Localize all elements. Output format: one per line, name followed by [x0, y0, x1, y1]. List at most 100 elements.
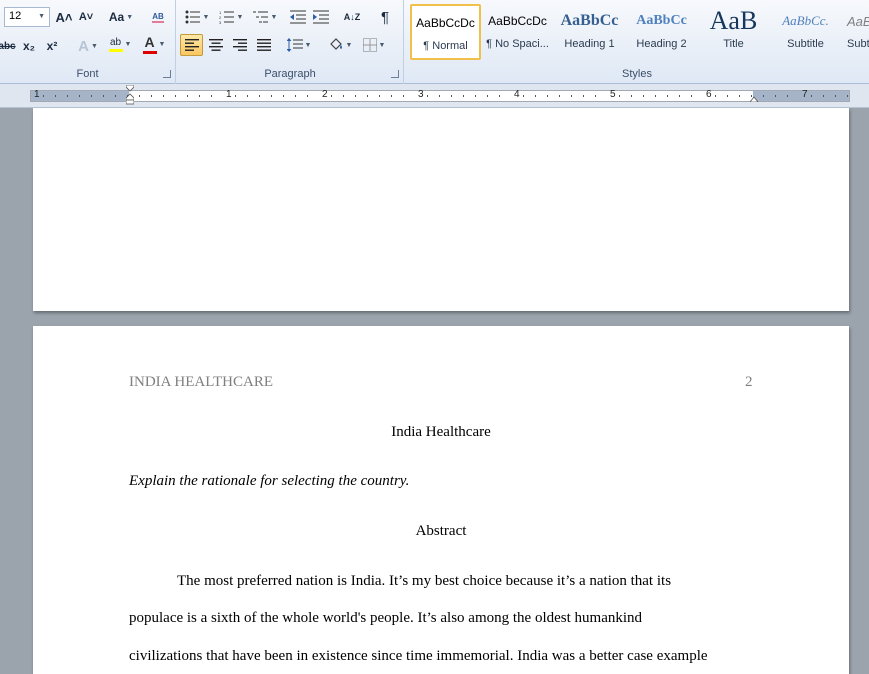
- document-page-1[interactable]: [33, 108, 849, 311]
- show-formatting-marks-button[interactable]: ¶: [374, 6, 396, 28]
- ruler-tick: [787, 95, 788, 97]
- ruler-tick: [103, 95, 104, 97]
- ruler-number: 2: [322, 89, 328, 100]
- font-group-label: Font: [76, 68, 99, 80]
- sort-button[interactable]: A↓Z: [341, 6, 363, 28]
- horizontal-ruler[interactable]: 1 1 2 3 4 5 6 7: [30, 85, 850, 105]
- subscript-button[interactable]: x₂: [19, 35, 39, 57]
- borders-button[interactable]: ▼: [359, 34, 389, 56]
- ruler-tick: [463, 95, 464, 97]
- numbering-button[interactable]: 123 ▼: [215, 6, 247, 28]
- style-subtitle[interactable]: AaBbCc. Subtitle: [770, 4, 841, 60]
- change-case-button[interactable]: Aa ▼: [106, 6, 136, 28]
- ruler-tick: [571, 95, 572, 97]
- abstract-heading: Abstract: [415, 523, 467, 539]
- style-title[interactable]: AaB Title: [698, 4, 769, 60]
- style-no-spacing[interactable]: AaBbCcDc ¶ No Spaci...: [482, 4, 553, 60]
- ruler-number: 5: [610, 89, 616, 100]
- text-effects-button[interactable]: A ▼: [74, 35, 102, 57]
- font-size-field[interactable]: 12 ▼: [4, 7, 50, 27]
- superscript-button[interactable]: x²: [42, 35, 62, 57]
- prompt-text: Explain the rationale for selecting the …: [129, 473, 410, 489]
- grow-font-icon: A˄: [55, 9, 73, 25]
- align-left-button[interactable]: [180, 34, 203, 56]
- ruler-tick: [79, 95, 80, 97]
- ruler-tick: [751, 95, 752, 97]
- style-subtle-emphasis[interactable]: AaB Subt: [842, 4, 869, 60]
- style-heading-2[interactable]: AaBbCc Heading 2: [626, 4, 697, 60]
- sort-icon: A↓Z: [343, 12, 361, 22]
- paragraph-dialog-launcher-icon[interactable]: [391, 70, 399, 78]
- multilevel-list-icon: [252, 11, 268, 23]
- style-preview: AaBbCcDc: [416, 16, 475, 30]
- highlight-label: ab: [109, 36, 122, 48]
- shading-button[interactable]: ▼: [325, 34, 355, 56]
- style-name: Subt: [847, 38, 869, 50]
- decrease-indent-button[interactable]: [287, 6, 309, 28]
- horizontal-ruler-bar: 1 1 2 3 4 5 6 7: [0, 84, 869, 108]
- chevron-down-icon: ▼: [202, 13, 210, 21]
- justify-icon: [256, 39, 271, 51]
- ribbon: 12 ▼ A˄ A˅ Aa ▼ AB abc x₂ x² A ▼ ab ▼ A …: [0, 0, 869, 84]
- shrink-font-button[interactable]: A˅: [76, 6, 96, 28]
- align-right-button[interactable]: [228, 34, 251, 56]
- ruler-number: 1: [34, 89, 40, 100]
- styles-group-label: Styles: [622, 68, 652, 80]
- running-header: INDIA HEALTHCARE: [129, 374, 274, 390]
- style-name: Subtitle: [787, 38, 824, 50]
- ruler-tick: [211, 95, 212, 97]
- style-preview: AaBbCc: [560, 12, 619, 29]
- ruler-tick: [259, 95, 260, 97]
- align-center-icon: [208, 39, 223, 51]
- ruler-number: 6: [706, 89, 712, 100]
- document-page-2[interactable]: INDIA HEALTHCARE 2 India Healthcare Expl…: [33, 326, 849, 674]
- highlight-color-bar: [108, 48, 123, 52]
- ruler-tick: [583, 95, 584, 97]
- ruler-tick: [295, 95, 296, 97]
- strikethrough-button[interactable]: abc: [0, 35, 16, 57]
- line-spacing-button[interactable]: ▼: [283, 34, 315, 56]
- chevron-down-icon: ▼: [345, 41, 353, 49]
- ruler-tick: [343, 95, 344, 97]
- numbering-icon: 123: [219, 10, 234, 24]
- paint-bucket-icon: [329, 38, 342, 50]
- font-dialog-launcher-icon[interactable]: [163, 70, 171, 78]
- align-center-button[interactable]: [204, 34, 227, 56]
- change-case-label: Aa: [108, 10, 125, 24]
- chevron-down-icon: ▼: [158, 40, 166, 48]
- ruler-tick: [283, 95, 284, 97]
- page-number: 2: [745, 374, 753, 390]
- font-color-label: A: [144, 34, 155, 50]
- ruler-tick: [331, 95, 332, 97]
- paragraph-line: populace is a sixth of the whole world's…: [129, 610, 643, 626]
- font-size-value: 12: [9, 10, 22, 22]
- chevron-down-icon: ▼: [378, 41, 386, 49]
- paragraph-group-label: Paragraph: [264, 68, 316, 80]
- font-color-button[interactable]: A ▼: [138, 33, 170, 55]
- style-heading-1[interactable]: AaBbCc Heading 1: [554, 4, 625, 60]
- ruler-number: 7: [802, 89, 808, 100]
- increase-indent-button[interactable]: [310, 6, 332, 28]
- ruler-tick: [643, 95, 644, 97]
- shrink-font-icon: A˅: [78, 11, 94, 23]
- justify-button[interactable]: [252, 34, 275, 56]
- grow-font-button[interactable]: A˄: [54, 6, 74, 28]
- ruler-tick: [667, 95, 668, 97]
- multilevel-list-button[interactable]: ▼: [249, 6, 281, 28]
- align-left-icon: [184, 39, 199, 51]
- bullets-button[interactable]: ▼: [181, 6, 213, 28]
- ruler-tick: [379, 95, 380, 97]
- ruler-tick: [115, 95, 116, 97]
- ruler-tick: [271, 95, 272, 97]
- clear-formatting-button[interactable]: AB: [146, 6, 170, 28]
- ruler-tick: [247, 95, 248, 97]
- highlight-button[interactable]: ab ▼: [104, 33, 136, 55]
- ruler-tick: [391, 95, 392, 97]
- ruler-tick: [631, 95, 632, 97]
- font-group: 12 ▼ A˄ A˅ Aa ▼ AB abc x₂ x² A ▼ ab ▼ A …: [0, 0, 176, 84]
- ruler-tick: [499, 95, 500, 97]
- style-normal[interactable]: AaBbCcDc ¶ Normal: [410, 4, 481, 60]
- ruler-number: 4: [514, 89, 520, 100]
- ruler-number: 1: [226, 89, 232, 100]
- ruler-tick: [835, 95, 836, 97]
